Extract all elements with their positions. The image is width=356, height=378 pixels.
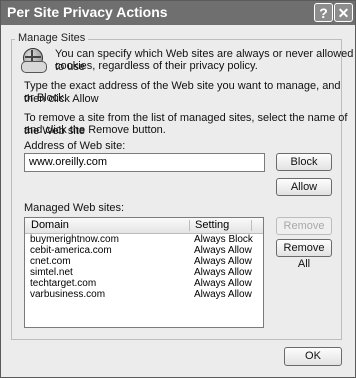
managed-sites-label: Managed Web sites:	[24, 202, 125, 214]
list-item[interactable]: varbusiness.com Always Allow	[25, 289, 263, 300]
group-legend: Manage Sites	[15, 32, 89, 44]
list-header: Domain Setting	[25, 218, 263, 234]
allow-button[interactable]: Allow	[276, 178, 332, 196]
instruction-line-4: and click the Remove button.	[24, 124, 166, 136]
privacy-globe-icon	[21, 48, 47, 73]
column-setting[interactable]: Setting	[195, 219, 229, 231]
list-item[interactable]: simtel.net Always Allow	[25, 267, 263, 278]
address-label: Address of Web site:	[24, 140, 126, 152]
row-setting: Always Block	[194, 234, 253, 245]
list-item[interactable]: techtarget.com Always Allow	[25, 278, 263, 289]
title-bar[interactable]: Per Site Privacy Actions ? ✕	[1, 1, 355, 25]
instruction-line-2: or Block.	[24, 92, 67, 104]
column-divider[interactable]	[251, 220, 252, 231]
ok-button[interactable]: OK	[284, 347, 342, 366]
list-item[interactable]: cnet.com Always Allow	[25, 256, 263, 267]
row-domain: techtarget.com	[30, 278, 97, 289]
column-domain[interactable]: Domain	[31, 219, 69, 231]
row-setting: Always Allow	[194, 267, 252, 278]
window-title: Per Site Privacy Actions	[7, 4, 168, 20]
row-setting: Always Allow	[194, 245, 252, 256]
row-domain: cebit-america.com	[30, 245, 112, 256]
intro-line-2: cookies, regardless of their privacy pol…	[55, 60, 258, 72]
row-domain: simtel.net	[30, 267, 73, 278]
dialog-window: Per Site Privacy Actions ? ✕ Manage Site…	[0, 0, 356, 378]
address-input[interactable]: www.oreilly.com	[24, 153, 265, 172]
column-divider[interactable]	[189, 220, 190, 231]
row-setting: Always Allow	[194, 289, 252, 300]
managed-sites-list[interactable]: Domain Setting buymerightnow.com Always …	[24, 217, 264, 328]
row-domain: cnet.com	[30, 256, 71, 267]
row-domain: buymerightnow.com	[30, 234, 119, 245]
list-rows: buymerightnow.com Always Block cebit-ame…	[25, 234, 263, 300]
row-setting: Always Allow	[194, 278, 252, 289]
block-button[interactable]: Block	[276, 153, 332, 171]
instruction-line-1: Type the exact address of the Web site y…	[24, 80, 341, 105]
row-domain: varbusiness.com	[30, 289, 106, 300]
remove-all-button[interactable]: Remove All	[276, 239, 332, 270]
list-item[interactable]: buymerightnow.com Always Block	[25, 234, 263, 245]
remove-button[interactable]: Remove	[276, 217, 332, 235]
hand-icon	[21, 61, 47, 73]
help-button[interactable]: ?	[314, 3, 333, 22]
row-setting: Always Allow	[194, 256, 252, 267]
list-item[interactable]: cebit-america.com Always Allow	[25, 245, 263, 256]
close-button[interactable]: ✕	[334, 3, 353, 22]
